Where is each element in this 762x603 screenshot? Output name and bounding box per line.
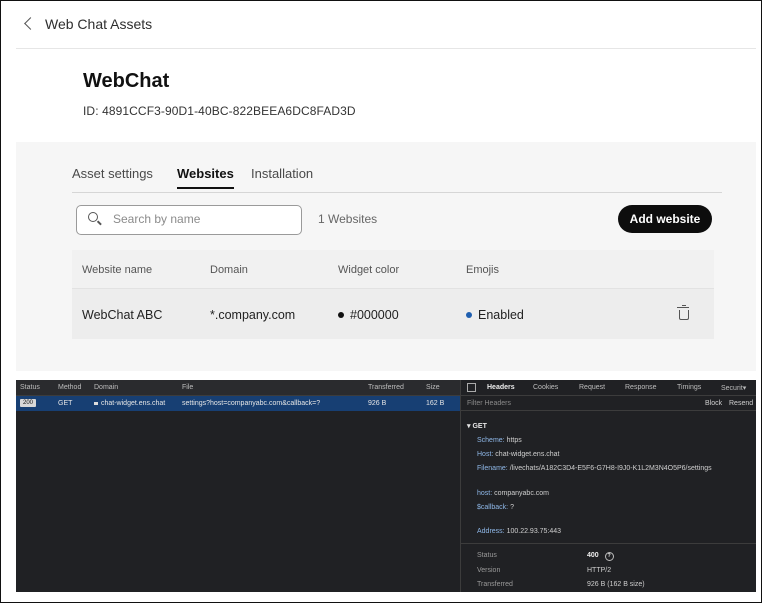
param-host-value: companyabc.com [494, 490, 549, 497]
add-website-button[interactable]: Add website [618, 205, 712, 233]
column-header-emojis: Emojis [466, 264, 500, 276]
tab-headers[interactable]: Headers [487, 384, 515, 391]
status-badge: 200 [20, 399, 36, 407]
table-header: Website name Domain Widget color Emojis [72, 250, 714, 289]
search-box[interactable] [76, 205, 302, 235]
page-header: Web Chat Assets WebChat ID: 4891CCF3-90D… [16, 6, 756, 142]
column-header-domain: Domain [210, 264, 248, 276]
divider [16, 48, 756, 49]
host-line: Host: chat-widget.ens.chat [477, 451, 560, 458]
panel-toggle-icon[interactable] [467, 383, 476, 392]
host-label: Host: [477, 451, 494, 458]
param-callback-label: $callback: [477, 504, 509, 511]
scheme-value: https [506, 437, 522, 444]
filename-line: Filename: /livechats/A182C3D4-E5F6-G7H8-… [477, 465, 712, 472]
emojis-cell: Enabled [466, 308, 524, 322]
request-domain-text: chat-widget.ens.chat [101, 400, 166, 407]
status-value: 400 [587, 552, 599, 559]
host-value: chat-widget.ens.chat [495, 451, 560, 458]
tab-security[interactable]: Securit▾ [721, 384, 746, 392]
param-host-line: host: companyabc.com [477, 490, 549, 497]
address-line: Address: 100.22.93.75:443 [477, 528, 561, 535]
websites-table: Website name Domain Widget color Emojis … [72, 250, 714, 340]
status-value-line: 400? [587, 552, 614, 561]
scheme-label: Scheme: [477, 437, 505, 444]
transferred-label: Transferred [477, 581, 513, 588]
tab-timings[interactable]: Timings [677, 384, 701, 391]
search-input[interactable] [113, 210, 293, 228]
page-title: WebChat [83, 70, 170, 92]
tab-installation[interactable]: Installation [251, 166, 313, 187]
trash-icon[interactable] [677, 305, 689, 320]
widget-color-cell: #000000 [338, 308, 399, 322]
status-dot [466, 312, 472, 318]
request-method: GET [58, 400, 73, 407]
col-status[interactable]: Status [20, 384, 40, 391]
param-callback-value: ? [510, 504, 514, 511]
devtools-panel: Status Method Domain File Transferred Si… [16, 380, 756, 592]
col-file[interactable]: File [182, 384, 193, 391]
details-tab-bar: Headers Cookies Request Response Timings… [461, 380, 756, 396]
website-name-cell[interactable]: WebChat ABC [82, 308, 162, 322]
request-row[interactable]: 200 GET chat-widget.ens.chat settings?ho… [16, 396, 460, 411]
table-row[interactable]: WebChat ABC *.company.com #000000 Enable… [72, 289, 714, 339]
web-ui: Web Chat Assets WebChat ID: 4891CCF3-90D… [16, 6, 756, 371]
network-header: Status Method Domain File Transferred Si… [16, 380, 460, 396]
color-swatch-dot [338, 312, 344, 318]
website-count: 1 Websites [318, 212, 378, 226]
version-value: HTTP/2 [587, 567, 612, 574]
tab-asset-settings[interactable]: Asset settings [72, 166, 153, 187]
emojis-status: Enabled [478, 308, 524, 322]
tab-request[interactable]: Request [579, 384, 605, 391]
get-section-header[interactable]: ▾ GET [467, 422, 487, 430]
lock-icon [94, 402, 98, 405]
param-host-label: host: [477, 490, 493, 497]
version-label: Version [477, 567, 501, 574]
column-header-widget-color: Widget color [338, 264, 400, 276]
asset-id: ID: 4891CCF3-90D1-40BC-822BEEA6DC8FAD3D [83, 104, 356, 118]
block-button[interactable]: Block [705, 400, 722, 407]
col-transferred[interactable]: Transferred [368, 384, 404, 391]
domain-cell: *.company.com [210, 308, 296, 322]
chevron-left-icon[interactable] [24, 17, 37, 30]
col-domain[interactable]: Domain [94, 384, 118, 391]
status-label: Status [477, 552, 497, 559]
request-transferred: 926 B [368, 400, 387, 407]
help-icon[interactable]: ? [604, 552, 614, 561]
request-size: 162 B [426, 400, 445, 407]
resend-button[interactable]: Resend [729, 400, 753, 407]
request-file: settings?host=companyabc.com&callback=? [182, 400, 321, 407]
filename-value: /livechats/A182C3D4-E5F6-G7H8-I9J0-K1L2M… [509, 465, 712, 472]
network-list: Status Method Domain File Transferred Si… [16, 380, 461, 592]
tab-bar: Asset settings Websites Installation [72, 166, 722, 193]
param-callback-line: $callback: ? [477, 504, 514, 511]
search-icon [88, 212, 98, 222]
section-label: GET [472, 423, 487, 430]
tab-response[interactable]: Response [625, 384, 657, 391]
divider [461, 543, 756, 544]
request-domain: chat-widget.ens.chat [94, 400, 165, 407]
back-link[interactable]: Web Chat Assets [24, 16, 153, 34]
breadcrumb-label: Web Chat Assets [45, 16, 153, 32]
col-size[interactable]: Size [426, 384, 440, 391]
filter-headers-input[interactable]: Filter Headers [467, 400, 511, 407]
column-header-website-name[interactable]: Website name [82, 264, 152, 276]
scheme-line: Scheme: https [477, 437, 522, 444]
filter-bar: Filter Headers Block Resend [461, 396, 756, 411]
tab-cookies[interactable]: Cookies [533, 384, 558, 391]
tab-websites[interactable]: Websites [177, 166, 234, 189]
transferred-value: 926 B (162 B size) [587, 581, 645, 588]
request-details: Headers Cookies Request Response Timings… [461, 380, 756, 592]
widget-color-value: #000000 [350, 308, 399, 322]
col-method[interactable]: Method [58, 384, 81, 391]
address-value: 100.22.93.75:443 [506, 528, 562, 535]
address-label: Address: [477, 528, 505, 535]
filename-label: Filename: [477, 465, 508, 472]
